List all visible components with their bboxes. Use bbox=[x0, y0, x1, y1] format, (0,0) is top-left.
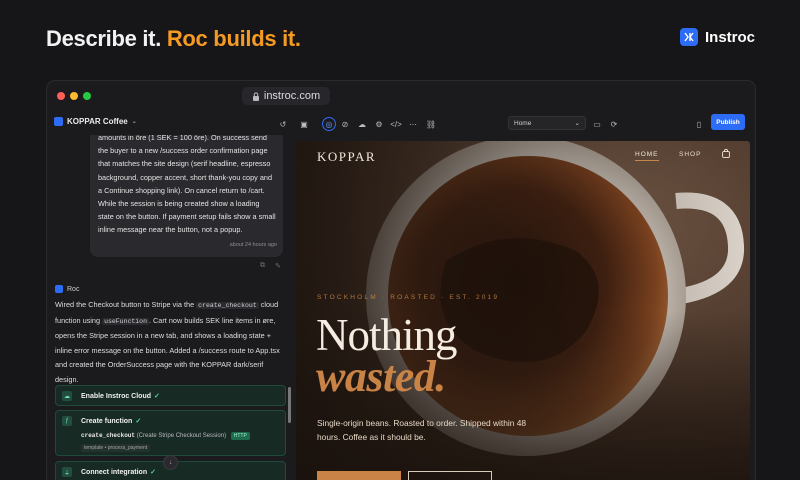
step-title: Enable Instroc Cloud ✓ bbox=[81, 392, 160, 400]
chevron-down-icon: ⌄ bbox=[131, 119, 137, 125]
lock-icon bbox=[252, 91, 259, 101]
step-title-text: Create function bbox=[81, 418, 133, 425]
template-tag: template • process_payment bbox=[81, 444, 151, 452]
roc-avatar-icon bbox=[55, 285, 63, 293]
cart-icon[interactable] bbox=[722, 149, 730, 158]
assistant-text: . Cart now builds SEK line items in øre,… bbox=[55, 315, 280, 384]
step-title: Connect integration ✓ bbox=[81, 468, 156, 476]
step-card[interactable]: ƒ Create function ✓ create_checkout (Crea… bbox=[55, 410, 286, 456]
address-bar[interactable]: instroc.com bbox=[242, 87, 330, 105]
device-desktop-icon[interactable]: ▭ bbox=[591, 118, 603, 130]
maximize-window-button[interactable] bbox=[83, 92, 91, 100]
project-name: KOPPAR Coffee bbox=[67, 117, 128, 126]
chat-scrollbar[interactable] bbox=[288, 387, 291, 423]
check-icon: ✓ bbox=[154, 393, 160, 400]
globe-icon[interactable]: ◎ bbox=[322, 117, 336, 131]
inline-code: create_checkout bbox=[196, 302, 259, 309]
brand: Instroc bbox=[679, 28, 755, 46]
nav-home[interactable]: HOME bbox=[635, 151, 659, 158]
message-timestamp: about 24 hours ago bbox=[229, 241, 277, 248]
assistant-message: Wired the Checkout button to Stripe via … bbox=[55, 298, 287, 387]
code-icon[interactable]: </> bbox=[390, 118, 402, 130]
plug-icon: ⏚ bbox=[62, 467, 72, 477]
edit-icon[interactable]: ✎ bbox=[275, 262, 281, 270]
page-headline: Describe it. Roc builds it. bbox=[46, 26, 301, 52]
assistant-text: Wired the Checkout button to Stripe via … bbox=[55, 300, 195, 309]
check-icon: ✓ bbox=[150, 469, 156, 476]
inline-code: useFunction bbox=[102, 317, 149, 325]
refresh-icon[interactable]: ⟳ bbox=[608, 118, 620, 130]
function-details: create_checkout (Create Stripe Checkout … bbox=[81, 432, 250, 440]
project-switcher[interactable]: KOPPAR Coffee ⌄ bbox=[54, 117, 137, 126]
nav-shop[interactable]: SHOP bbox=[679, 151, 701, 158]
function-icon: ƒ bbox=[62, 416, 72, 426]
window-titlebar: instroc.com bbox=[47, 81, 755, 111]
site-preview: KOPPAR HOME SHOP STOCKHOLM · ROASTED · E… bbox=[296, 141, 750, 480]
editor-toolbar: KOPPAR Coffee ⌄ ↺ ▣ ◎ ⊘ ☁ ⚙ </> ⋯ ⛓ Home… bbox=[47, 113, 755, 135]
url-text: instroc.com bbox=[263, 90, 321, 102]
minimize-window-button[interactable] bbox=[70, 92, 78, 100]
nav-active-underline bbox=[635, 160, 659, 161]
copy-icon[interactable]: ⧉ bbox=[260, 262, 265, 270]
gear-icon[interactable]: ⚙ bbox=[373, 118, 385, 130]
hero-subtext: Single-origin beans. Roasted to order. S… bbox=[317, 418, 527, 442]
history-icon[interactable]: ↺ bbox=[277, 118, 289, 130]
browser-window: instroc.com KOPPAR Coffee ⌄ ↺ ▣ ◎ ⊘ ☁ ⚙ … bbox=[46, 80, 756, 480]
link-icon[interactable]: ⛓ bbox=[425, 118, 437, 130]
headline-part-2: Roc builds it. bbox=[166, 26, 301, 51]
cloud-icon[interactable]: ☁ bbox=[356, 118, 368, 130]
user-message: amounts in öre (1 SEK = 100 öre). On suc… bbox=[90, 135, 283, 257]
instroc-logo-icon bbox=[679, 28, 698, 46]
brand-name: Instroc bbox=[704, 28, 755, 46]
publish-button[interactable]: Publish bbox=[711, 114, 745, 130]
page-select-value: Home bbox=[514, 119, 532, 127]
device-phone-icon[interactable]: ▯ bbox=[693, 118, 705, 130]
function-name: create_checkout bbox=[81, 432, 136, 439]
assistant-name: Roc bbox=[67, 285, 80, 293]
check-icon: ✓ bbox=[135, 418, 142, 425]
layout-icon[interactable]: ▣ bbox=[298, 118, 310, 130]
chevron-down-icon: ⌄ bbox=[574, 120, 580, 127]
step-title: Create function ✓ bbox=[81, 417, 141, 425]
compass-icon[interactable]: ⊘ bbox=[339, 118, 351, 130]
user-message-text: amounts in öre (1 SEK = 100 öre). On suc… bbox=[98, 135, 276, 235]
assistant-header: Roc bbox=[55, 285, 79, 293]
hero-eyebrow: STOCKHOLM · ROASTED · EST. 2019 bbox=[317, 294, 500, 301]
more-icon[interactable]: ⋯ bbox=[407, 118, 419, 130]
page-select[interactable]: Home ⌄ bbox=[508, 116, 586, 130]
step-card[interactable]: ☁ Enable Instroc Cloud ✓ bbox=[55, 385, 286, 406]
chat-panel: amounts in öre (1 SEK = 100 öre). On suc… bbox=[47, 135, 293, 480]
headline-part-1: Describe it. bbox=[46, 26, 162, 51]
cloud-icon: ☁ bbox=[62, 391, 72, 401]
hero-headline-2: wasted. bbox=[316, 352, 446, 401]
step-title-text: Connect integration bbox=[81, 469, 148, 476]
http-badge: HTTP bbox=[230, 432, 250, 440]
project-logo-icon bbox=[54, 117, 63, 126]
scroll-down-button[interactable]: ↓ bbox=[163, 455, 178, 470]
close-window-button[interactable] bbox=[57, 92, 65, 100]
step-title-text: Enable Instroc Cloud bbox=[81, 393, 152, 400]
function-description: (Create Stripe Checkout Session) bbox=[136, 433, 227, 439]
site-logo[interactable]: KOPPAR bbox=[317, 149, 376, 165]
